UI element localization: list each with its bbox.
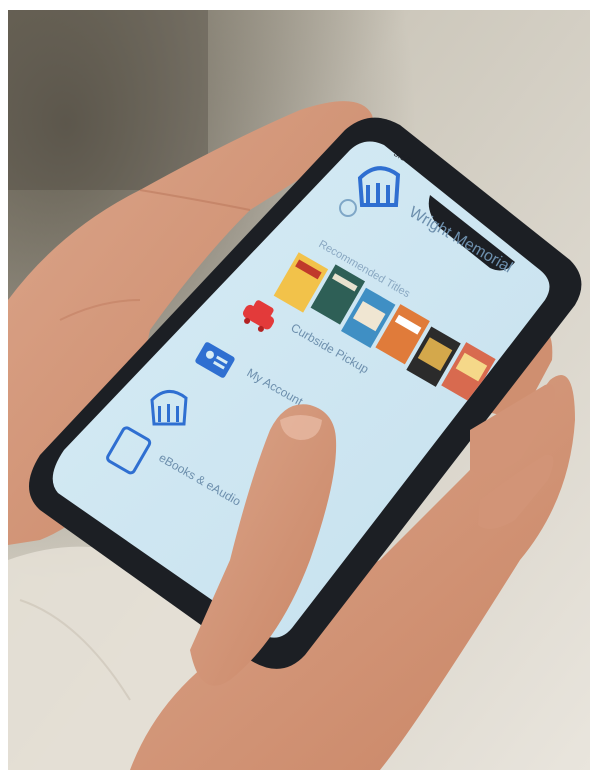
- photo-scene: Wright Memorial Recommended Titles Curbs…: [0, 0, 597, 778]
